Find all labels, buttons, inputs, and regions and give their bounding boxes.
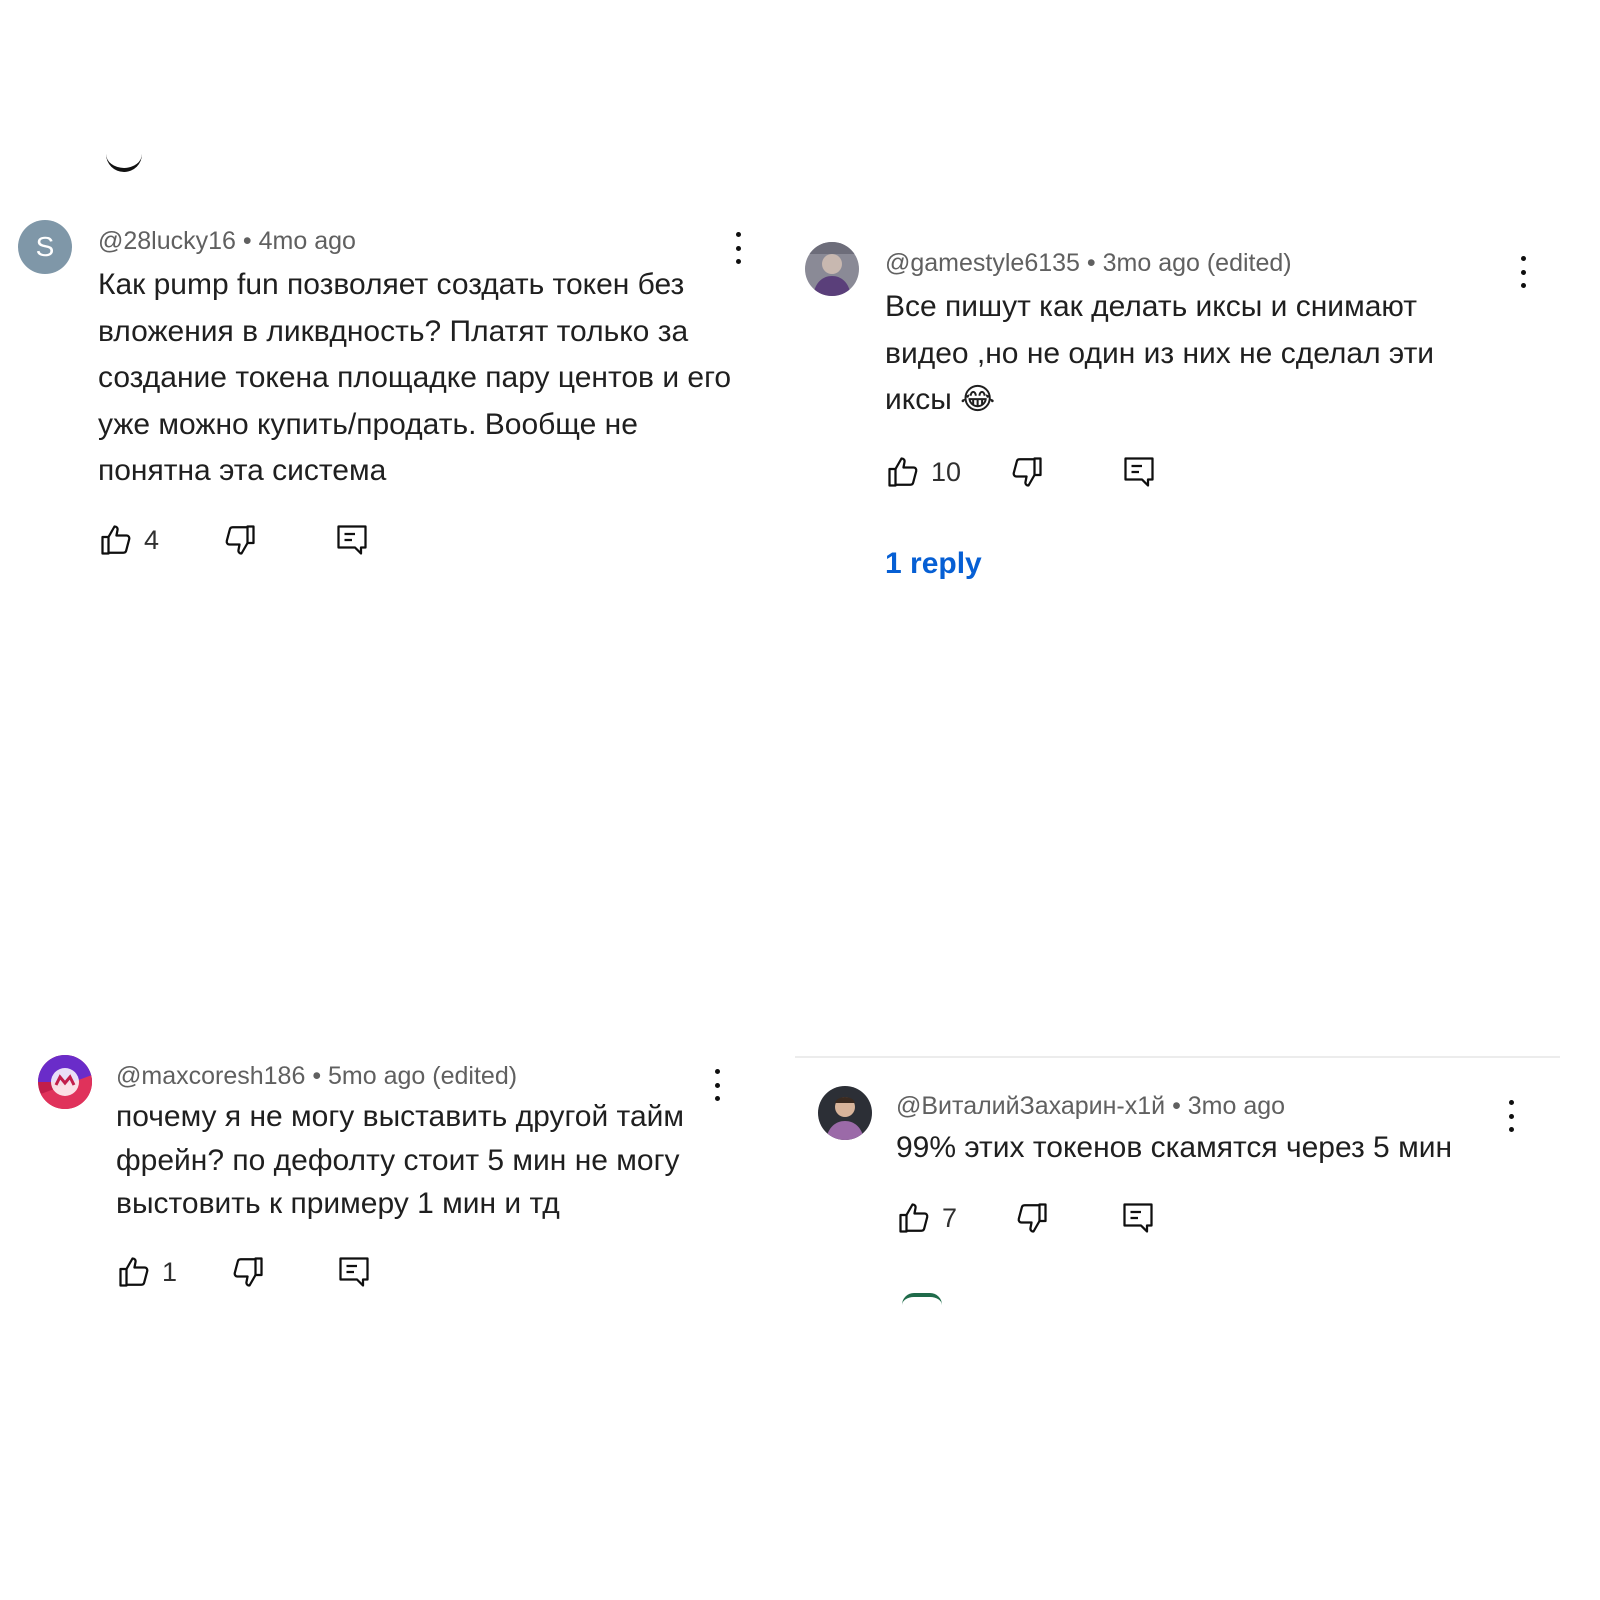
- thumb-up-icon: [896, 1200, 932, 1236]
- reply-button[interactable]: [334, 520, 370, 560]
- comment-text: Как pump fun позволяет создать токен без…: [98, 268, 732, 487]
- comment-text: Все пишут как делать иксы и снимают виде…: [885, 290, 1435, 416]
- thumb-up-icon: [116, 1254, 152, 1290]
- partial-avatar-bottom: [902, 1293, 942, 1305]
- dislike-button[interactable]: [222, 520, 258, 560]
- reply-button[interactable]: [336, 1252, 372, 1292]
- avatar[interactable]: [38, 1055, 92, 1109]
- comment-time: 5mo ago: [328, 1062, 426, 1090]
- comment-meta: @28lucky16 • 4mo ago: [98, 227, 356, 256]
- thumb-up-icon: [885, 454, 921, 490]
- partial-avatar-top: [106, 150, 142, 172]
- comment-divider: [795, 1056, 1560, 1058]
- comment-text: 99% этих токенов скамятся через 5 мин: [896, 1131, 1453, 1164]
- comment-item: @ВиталийЗахарин-х1й • 3mo ago 99% этих т…: [818, 1086, 1538, 1256]
- comment-item: S @28lucky16 • 4mo ago Как pump fun позв…: [18, 220, 758, 560]
- comment-actions: 4: [98, 520, 398, 560]
- author-name[interactable]: @maxcoresh186: [116, 1062, 305, 1090]
- like-count: 10: [931, 456, 962, 487]
- thumb-down-icon: [222, 522, 258, 558]
- dislike-button[interactable]: [230, 1252, 266, 1292]
- edited-label: (edited): [432, 1062, 518, 1090]
- like-button[interactable]: 4: [98, 520, 159, 560]
- more-options-icon[interactable]: [1518, 256, 1528, 288]
- replies-toggle-link[interactable]: 1 reply: [885, 547, 982, 581]
- comment-item: @maxcoresh186 • 5mo ago (edited) почему …: [38, 1055, 738, 1305]
- reply-icon: [1121, 454, 1157, 490]
- comment-time: 3mo ago: [1102, 249, 1200, 277]
- comment-time: 4mo ago: [258, 227, 356, 255]
- thumb-up-icon: [98, 522, 134, 558]
- separator: •: [1172, 1092, 1181, 1120]
- dislike-button[interactable]: [1009, 452, 1045, 492]
- edited-label: (edited): [1206, 249, 1292, 277]
- comment-meta: @maxcoresh186 • 5mo ago (edited): [116, 1062, 517, 1091]
- like-button[interactable]: 7: [896, 1198, 957, 1238]
- like-button[interactable]: 10: [885, 452, 961, 492]
- separator: •: [242, 227, 252, 255]
- comment-meta: @ВиталийЗахарин-х1й • 3mo ago: [896, 1092, 1285, 1121]
- thumb-down-icon: [230, 1254, 266, 1290]
- comment-actions: 10: [885, 452, 1185, 492]
- comment-text: почему я не могу выставить другой тайм ф…: [116, 1100, 685, 1220]
- like-count: 4: [144, 524, 160, 555]
- separator: •: [1086, 249, 1096, 277]
- separator: •: [312, 1062, 322, 1090]
- comment-item: @gamestyle6135 • 3mo ago (edited) Все пи…: [805, 242, 1535, 592]
- reply-icon: [1120, 1200, 1156, 1236]
- comment-actions: 7: [896, 1198, 1196, 1238]
- reply-icon: [334, 522, 370, 558]
- comment-actions: 1: [116, 1252, 416, 1292]
- avatar[interactable]: S: [18, 220, 72, 274]
- like-count: 7: [942, 1202, 958, 1233]
- like-count: 1: [162, 1256, 178, 1287]
- thumb-down-icon: [1014, 1200, 1050, 1236]
- comment-meta: @gamestyle6135 • 3mo ago (edited): [885, 249, 1292, 278]
- reply-button[interactable]: [1121, 452, 1157, 492]
- thumb-down-icon: [1009, 454, 1045, 490]
- like-button[interactable]: 1: [116, 1252, 177, 1292]
- more-options-icon[interactable]: [733, 232, 743, 264]
- comment-time: 3mo ago: [1187, 1092, 1286, 1120]
- author-name[interactable]: @28lucky16: [98, 227, 236, 255]
- dislike-button[interactable]: [1014, 1198, 1050, 1238]
- avatar[interactable]: [818, 1086, 872, 1140]
- author-name[interactable]: @ВиталийЗахарин-х1й: [896, 1092, 1165, 1120]
- avatar[interactable]: [805, 242, 859, 296]
- author-name[interactable]: @gamestyle6135: [885, 249, 1080, 277]
- reply-icon: [336, 1254, 372, 1290]
- reply-button[interactable]: [1120, 1198, 1156, 1238]
